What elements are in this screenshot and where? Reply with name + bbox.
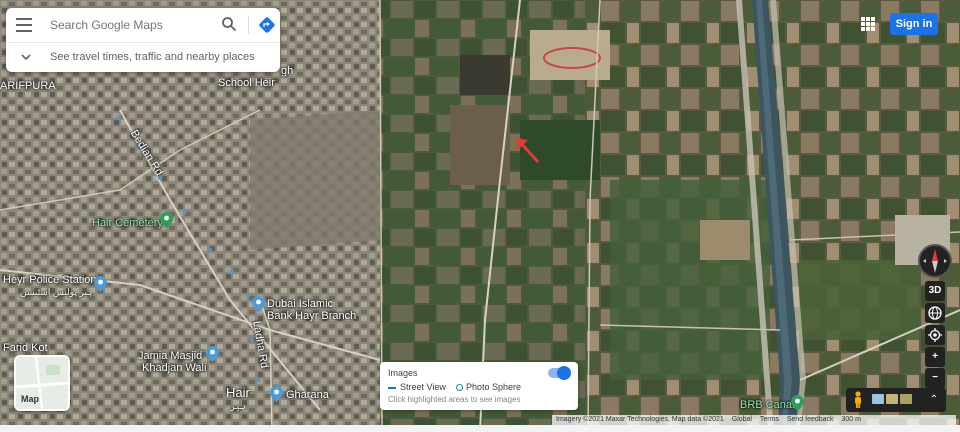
search-divider bbox=[248, 16, 249, 34]
place-label-jamia-2[interactable]: Khadjan Wali bbox=[142, 362, 206, 374]
place-label-arifpura[interactable]: ARIFPURA bbox=[0, 80, 56, 92]
map-type-toggle[interactable]: Map bbox=[14, 355, 70, 411]
gharana-pin-icon[interactable] bbox=[270, 386, 283, 402]
send-feedback-link[interactable]: Send feedback bbox=[787, 416, 834, 423]
terms-link[interactable]: Terms bbox=[760, 416, 779, 423]
street-view-legend-label: Street View bbox=[400, 382, 446, 392]
images-panel-hint: Click highlighted areas to see images bbox=[388, 395, 521, 404]
compass-needle-icon bbox=[923, 249, 947, 273]
place-label-bank-2[interactable]: Bank Hayr Branch bbox=[267, 310, 356, 322]
search-input[interactable] bbox=[50, 16, 210, 34]
place-label-jamia[interactable]: Jamia Masjid bbox=[138, 350, 202, 362]
street-view-line-icon bbox=[388, 386, 396, 389]
police-pin-icon[interactable] bbox=[94, 276, 107, 292]
street-view-bar: ⌃ bbox=[846, 388, 946, 412]
attribution-bar: Imagery ©2021 Maxar Technologies, Map da… bbox=[552, 415, 956, 425]
zoom-out-button[interactable]: − bbox=[925, 368, 945, 388]
red-arrow-marker-icon bbox=[516, 138, 540, 164]
my-location-button[interactable] bbox=[925, 325, 945, 345]
images-toggle[interactable] bbox=[548, 366, 571, 380]
bottom-edge bbox=[0, 425, 960, 432]
globe-icon bbox=[928, 306, 942, 320]
images-layer-panel: Images Street View Photo Sphere Click hi… bbox=[380, 362, 578, 410]
3d-toggle-button[interactable]: 3D bbox=[925, 281, 945, 301]
search-panel: See travel times, traffic and nearby pla… bbox=[6, 8, 280, 72]
place-label-school[interactable]: School Heir bbox=[218, 77, 275, 89]
pegman-icon[interactable] bbox=[852, 391, 864, 409]
chevron-down-icon[interactable] bbox=[20, 51, 32, 63]
photo-sphere-legend: Photo Sphere bbox=[456, 382, 521, 392]
expand-layers-button[interactable]: ⌃ bbox=[926, 392, 942, 408]
place-label-bank[interactable]: Dubai Islamic bbox=[267, 298, 333, 310]
global-link[interactable]: Global bbox=[732, 416, 752, 423]
place-label-police[interactable]: Heyr Police Station bbox=[3, 274, 97, 286]
place-label-police-urdu: ہیر پولیس اسٹیشن bbox=[20, 287, 93, 297]
map-type-label: Map bbox=[21, 394, 39, 404]
place-label-farid-kot[interactable]: Farid Kot bbox=[3, 342, 48, 354]
my-location-icon bbox=[928, 328, 942, 342]
scale-label[interactable]: 300 m bbox=[841, 416, 860, 423]
place-label-hair-urdu: ہیر bbox=[230, 401, 246, 411]
globe-button[interactable] bbox=[925, 303, 945, 323]
apps-grid-icon[interactable] bbox=[861, 17, 875, 31]
mosque-pin-icon[interactable] bbox=[206, 346, 219, 362]
search-row bbox=[6, 8, 280, 42]
place-label-brb-canal[interactable]: BRB Canal bbox=[740, 399, 794, 411]
travel-times-hint[interactable]: See travel times, traffic and nearby pla… bbox=[6, 43, 280, 72]
menu-icon[interactable] bbox=[16, 18, 32, 32]
bank-pin-icon[interactable] bbox=[252, 296, 265, 312]
sign-in-button[interactable]: Sign in bbox=[890, 13, 938, 35]
place-label-gharana[interactable]: Gharana bbox=[286, 389, 329, 401]
travel-times-hint-text: See travel times, traffic and nearby pla… bbox=[50, 51, 255, 63]
street-view-legend: Street View bbox=[388, 382, 446, 392]
place-label-hair[interactable]: Hair bbox=[226, 385, 250, 400]
photo-sphere-circle-icon bbox=[456, 384, 463, 392]
canal-pin-icon[interactable] bbox=[791, 395, 804, 411]
zoom-in-button[interactable]: + bbox=[925, 347, 945, 367]
photo-sphere-legend-label: Photo Sphere bbox=[466, 382, 522, 392]
imagery-thumbnail-3[interactable] bbox=[900, 394, 912, 404]
images-panel-title: Images bbox=[388, 368, 418, 378]
directions-icon[interactable] bbox=[258, 16, 276, 34]
place-label-fragment: gh bbox=[281, 65, 294, 77]
imagery-credit: Imagery ©2021 Maxar Technologies, Map da… bbox=[556, 416, 724, 423]
cemetery-pin-icon[interactable] bbox=[160, 212, 173, 228]
search-icon[interactable] bbox=[221, 16, 237, 32]
imagery-thumbnail-2[interactable] bbox=[886, 394, 898, 404]
imagery-thumbnail-1[interactable] bbox=[872, 394, 884, 404]
compass-icon[interactable] bbox=[918, 244, 952, 278]
place-label-cemetery[interactable]: Hair Cemetery bbox=[92, 217, 163, 229]
